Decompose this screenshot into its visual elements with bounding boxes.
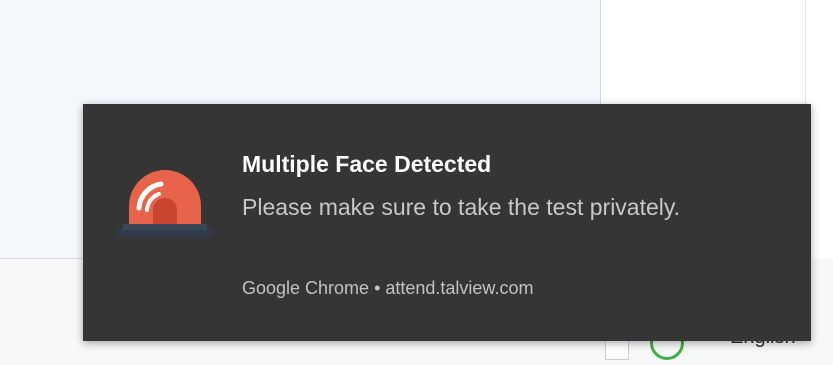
notification-source: Google Chrome • attend.talview.com [242, 278, 534, 298]
siren-alarm-icon [117, 170, 213, 236]
chrome-notification-toast[interactable]: Multiple Face Detected Please make sure … [83, 104, 811, 341]
notification-title: Multiple Face Detected [242, 151, 492, 177]
notification-message: Please make sure to take the test privat… [242, 194, 681, 220]
